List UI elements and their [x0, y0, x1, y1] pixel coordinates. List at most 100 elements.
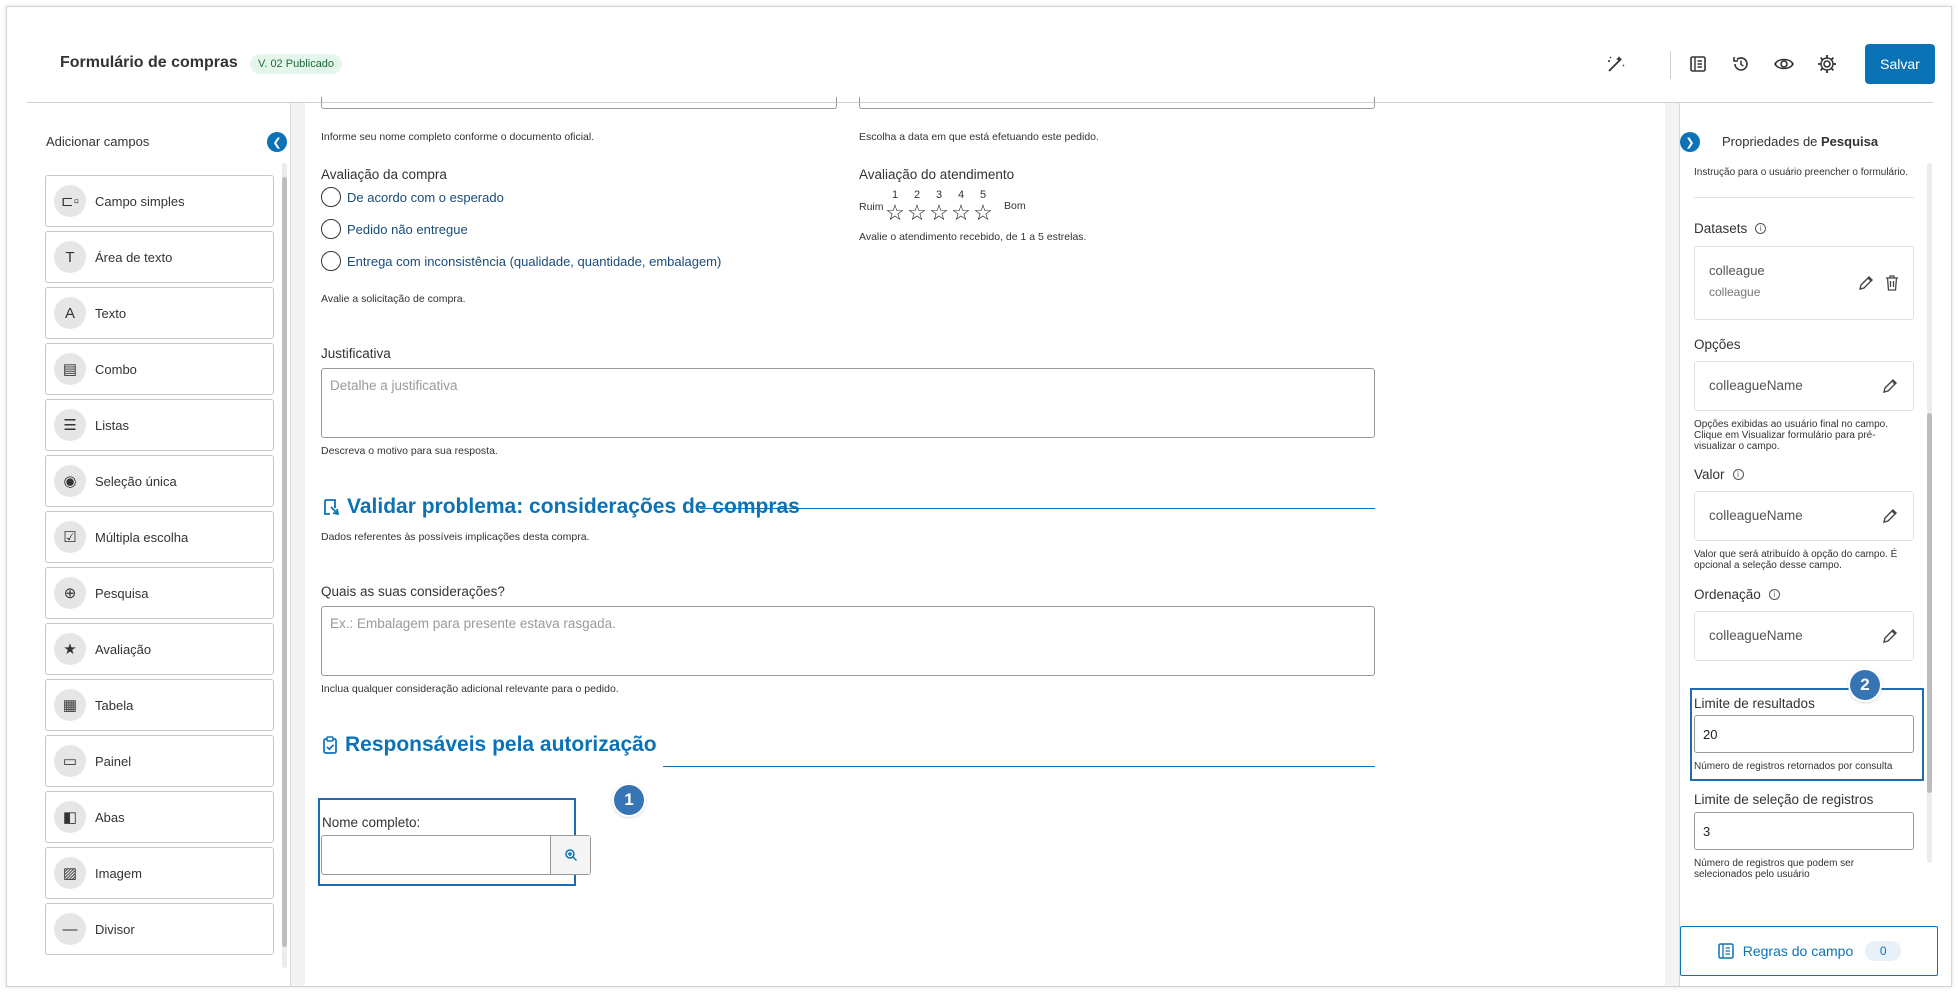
radio-button[interactable]	[321, 251, 341, 271]
field-type-text-area[interactable]: T Área de texto	[45, 231, 274, 283]
gear-icon[interactable]	[1814, 51, 1840, 77]
rules-count-badge: 0	[1865, 941, 1902, 961]
image-icon: ▨	[54, 857, 86, 889]
dataset-id: colleague	[1709, 285, 1761, 299]
radio-button[interactable]	[321, 187, 341, 207]
right-panel-scrollbar[interactable]	[1927, 163, 1932, 863]
options-value: colleagueName	[1709, 378, 1803, 393]
collapse-right-panel-button[interactable]: ❯	[1680, 132, 1700, 152]
text-area-icon: T	[54, 241, 86, 273]
star-option[interactable]: 4 ☆	[950, 189, 972, 224]
pencil-icon[interactable]	[1881, 377, 1901, 397]
full-name-search-field[interactable]	[321, 835, 591, 875]
field-type-star[interactable]: ★ Avaliação	[45, 623, 274, 675]
preview-eye-icon[interactable]	[1771, 51, 1797, 77]
selection-limit-input[interactable]: 3	[1694, 812, 1914, 850]
justification-textarea[interactable]: Detalhe a justificativa	[321, 368, 1375, 438]
name-input-partial[interactable]	[321, 97, 837, 109]
instructions-help-truncated: Instrução para o usuário preencher o for…	[1694, 167, 1909, 178]
left-panel-scrollbar[interactable]	[282, 163, 287, 968]
star-rating[interactable]: 1 ☆ 2 ☆ 3 ☆ 4 ☆ 5 ☆	[884, 189, 994, 224]
justification-placeholder: Detalhe a justificativa	[330, 378, 458, 393]
field-type-panel[interactable]: ▭ Painel	[45, 735, 274, 787]
field-type-label: Painel	[95, 753, 132, 769]
info-icon[interactable]: i	[1755, 223, 1767, 234]
field-type-image[interactable]: ▨ Imagem	[45, 847, 274, 899]
value-value: colleagueName	[1709, 508, 1803, 523]
radio-option[interactable]: De acordo com o esperado	[321, 187, 504, 207]
value-help: Valor que será atribuído à opção do camp…	[1694, 549, 1898, 571]
validate-section-icon	[324, 499, 340, 516]
clipboard-check-icon	[323, 736, 337, 754]
date-help-text: Escolha a data em que está efetuando est…	[859, 131, 1099, 143]
text-icon: A	[54, 297, 86, 329]
field-type-checkbox[interactable]: ☑ Múltipla escolha	[45, 511, 274, 563]
trash-icon[interactable]	[1883, 274, 1903, 294]
field-type-tabs[interactable]: ◧ Abas	[45, 791, 274, 843]
section-validate-title: Validar problema: considerações de compr…	[321, 495, 800, 519]
star-icon[interactable]: ☆	[972, 202, 994, 224]
left-scroll-thumb[interactable]	[282, 177, 287, 947]
radio-button[interactable]	[321, 219, 341, 239]
radio-option[interactable]: Pedido não entregue	[321, 219, 468, 239]
checkbox-icon: ☑	[54, 521, 86, 553]
callout-marker-2: 2	[1850, 670, 1880, 700]
field-type-single-select[interactable]: ◉ Seleção única	[45, 455, 274, 507]
star-option[interactable]: 2 ☆	[906, 189, 928, 224]
field-type-text[interactable]: A Texto	[45, 287, 274, 339]
results-limit-input[interactable]: 20	[1694, 715, 1914, 753]
star-icon[interactable]: ☆	[950, 202, 972, 224]
ordering-label-text: Ordenação	[1694, 587, 1761, 602]
star-option[interactable]: 1 ☆	[884, 189, 906, 224]
callout-marker-1: 1	[614, 785, 644, 815]
field-type-label: Seleção única	[95, 473, 177, 489]
document-list-icon[interactable]	[1685, 51, 1711, 77]
history-icon[interactable]	[1728, 51, 1754, 77]
collapse-left-panel-button[interactable]: ❮	[267, 132, 287, 152]
field-rules-button[interactable]: Regras do campo 0	[1680, 926, 1938, 976]
star-icon[interactable]: ☆	[884, 202, 906, 224]
pencil-icon[interactable]	[1881, 627, 1901, 647]
combo-icon: ▤	[54, 353, 86, 385]
datasets-box: colleague colleague	[1694, 246, 1914, 320]
field-type-label: Abas	[95, 809, 125, 825]
field-type-list[interactable]: ☰ Listas	[45, 399, 274, 451]
field-type-simple-field[interactable]: ⊏▫ Campo simples	[45, 175, 274, 227]
table-icon: ▦	[54, 689, 86, 721]
form-title: Formulário de compras	[60, 54, 238, 71]
considerations-textarea[interactable]: Ex.: Embalagem para presente estava rasg…	[321, 606, 1375, 676]
purchase-rating-label: Avaliação da compra	[321, 167, 447, 182]
pencil-icon[interactable]	[1857, 274, 1877, 294]
field-type-label: Área de texto	[95, 249, 173, 265]
justification-label: Justificativa	[321, 346, 391, 361]
add-fields-title: Adicionar campos	[46, 134, 150, 149]
save-button[interactable]: Salvar	[1865, 44, 1935, 84]
options-box[interactable]: colleagueName	[1694, 361, 1914, 411]
field-type-combo[interactable]: ▤ Combo	[45, 343, 274, 395]
name-help-text: Informe seu nome completo conforme o doc…	[321, 131, 595, 143]
info-icon[interactable]: i	[1768, 589, 1780, 600]
section-validate-divider	[700, 508, 1375, 509]
field-type-divider[interactable]: — Divisor	[45, 903, 274, 955]
ordering-box[interactable]: colleagueName	[1694, 611, 1914, 661]
magic-wand-icon[interactable]	[1603, 51, 1629, 77]
search-lookup-button[interactable]	[550, 836, 590, 874]
value-box[interactable]: colleagueName	[1694, 491, 1914, 541]
field-type-label: Imagem	[95, 865, 142, 881]
full-name-input[interactable]	[322, 836, 550, 874]
datasets-label: Datasets i	[1694, 221, 1767, 236]
dataset-name: colleague	[1709, 263, 1765, 278]
pencil-icon[interactable]	[1881, 507, 1901, 527]
field-type-search[interactable]: ⊕ Pesquisa	[45, 567, 274, 619]
star-option[interactable]: 5 ☆	[972, 189, 994, 224]
star-option[interactable]: 3 ☆	[928, 189, 950, 224]
date-input-partial[interactable]	[859, 97, 1375, 109]
radio-option[interactable]: Entrega com inconsistência (qualidade, q…	[321, 251, 721, 271]
info-icon[interactable]: i	[1732, 469, 1744, 480]
star-icon[interactable]: ☆	[928, 202, 950, 224]
full-name-label: Nome completo:	[322, 815, 421, 830]
star-icon[interactable]: ☆	[906, 202, 928, 224]
considerations-placeholder: Ex.: Embalagem para presente estava rasg…	[330, 616, 616, 631]
field-type-table[interactable]: ▦ Tabela	[45, 679, 274, 731]
right-scroll-thumb[interactable]	[1927, 413, 1932, 793]
